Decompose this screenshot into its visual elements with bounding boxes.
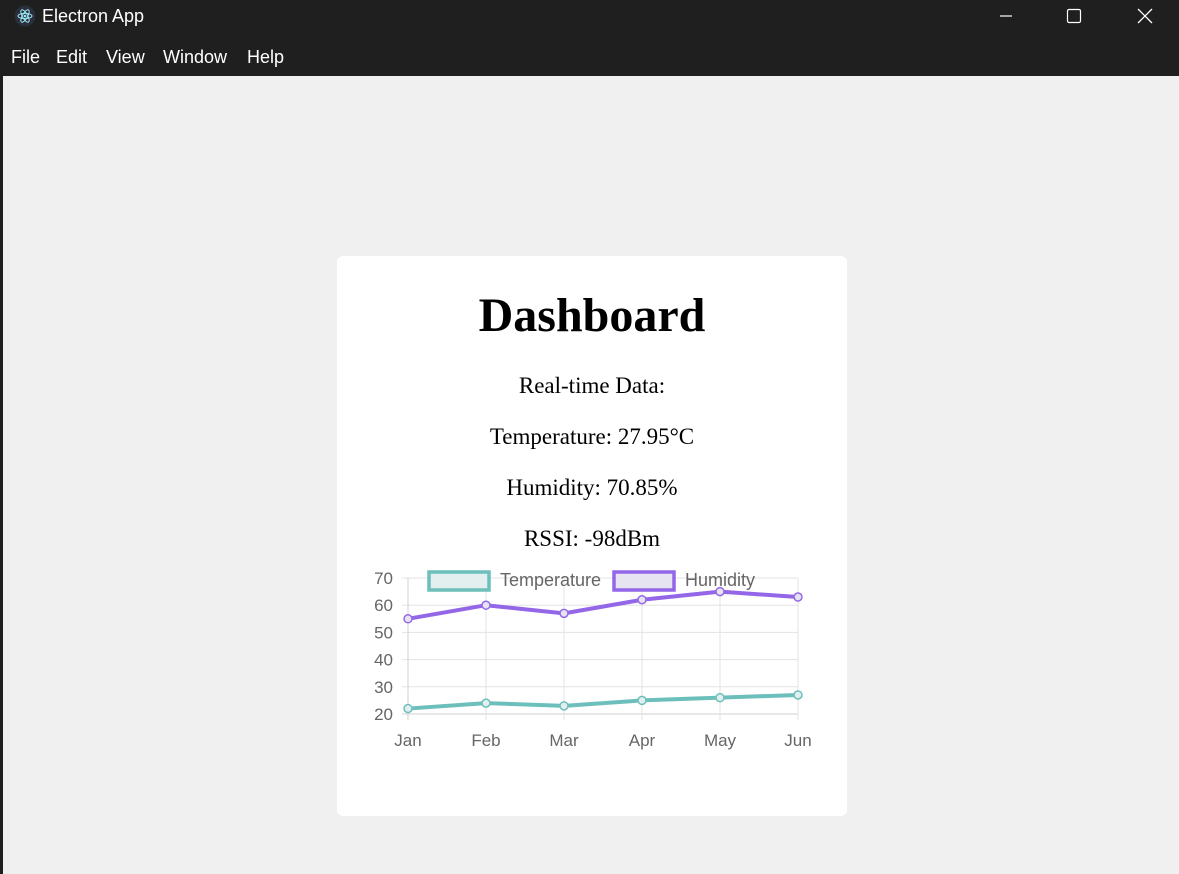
window-title: Electron App — [42, 6, 145, 26]
y-tick-label: 20 — [374, 705, 393, 724]
data-point — [559, 608, 569, 619]
menu-edit[interactable]: Edit — [56, 46, 87, 68]
data-point — [481, 600, 491, 610]
title-bar[interactable]: Electron App — [0, 0, 1179, 32]
minimize-button[interactable] — [972, 0, 1040, 32]
data-point — [481, 698, 491, 708]
realtime-label: Real-time Data: — [518, 373, 666, 398]
data-point — [637, 595, 647, 605]
data-point — [715, 692, 725, 703]
page-title: Dashboard — [478, 289, 706, 342]
x-tick-label: Jan — [394, 731, 421, 750]
series-line — [406, 692, 800, 711]
menu-window[interactable]: Window — [163, 46, 227, 68]
menu-file[interactable]: File — [11, 46, 40, 68]
legend-label: Temperature — [500, 570, 601, 590]
y-tick-label: 50 — [374, 623, 393, 642]
humidity-reading: Humidity: 70.85% — [506, 475, 678, 500]
line-chart: 20 30 40 50 60 70 Jan Feb Mar Apr May Jun Temperatur… — [337, 562, 847, 792]
rssi-reading: RSSI: -98dBm — [523, 526, 661, 551]
menu-bar: File Edit View Window Help — [0, 38, 1179, 76]
menu-view[interactable]: View — [106, 46, 145, 68]
legend-swatch — [427, 570, 491, 592]
y-tick-label: 40 — [374, 651, 393, 670]
close-button[interactable] — [1111, 0, 1179, 32]
electron-app-icon — [14, 5, 36, 27]
dashboard-card: Dashboard Real-time Data: Temperature: 2… — [337, 256, 847, 816]
data-point — [715, 586, 725, 597]
data-point — [403, 703, 413, 714]
data-point — [637, 695, 647, 706]
close-icon — [1137, 8, 1153, 24]
app-window: Electron App File Edit View Window Help … — [0, 0, 1179, 874]
data-point — [559, 701, 569, 711]
y-tick-label: 60 — [374, 596, 393, 615]
maximize-icon — [1066, 8, 1082, 24]
y-tick-label: 30 — [374, 678, 393, 697]
y-tick-label: 70 — [374, 569, 393, 588]
x-tick-label: Mar — [549, 731, 579, 750]
maximize-button[interactable] — [1040, 0, 1108, 32]
main-content: Dashboard Real-time Data: Temperature: 2… — [3, 76, 1179, 874]
legend-swatch — [612, 570, 676, 592]
menu-help[interactable]: Help — [247, 46, 284, 68]
data-point — [403, 614, 413, 624]
x-tick-label: Apr — [629, 731, 656, 750]
x-tick-label: Feb — [471, 731, 500, 750]
x-tick-label: May — [704, 731, 737, 750]
minimize-icon — [1000, 15, 1012, 17]
data-point — [793, 690, 803, 700]
temperature-reading: Temperature: 27.95°C — [489, 424, 695, 449]
line-chart-svg: 20 30 40 50 60 70 Jan Feb Mar Apr May Jun Temperatur… — [374, 569, 812, 750]
x-tick-label: Jun — [784, 731, 811, 750]
data-point — [793, 592, 803, 602]
